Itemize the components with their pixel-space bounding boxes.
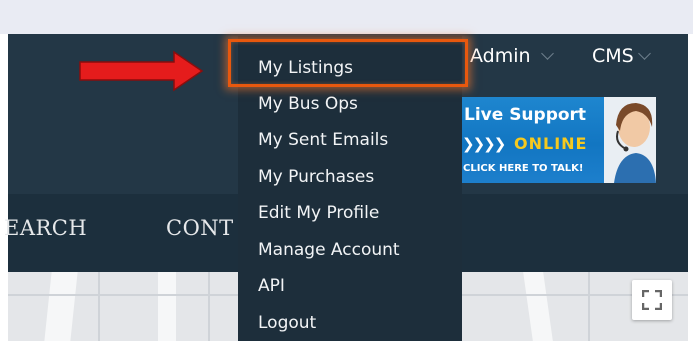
map-line — [208, 272, 210, 341]
map-road — [158, 272, 176, 341]
fullscreen-button[interactable] — [632, 280, 672, 320]
chevron-down-icon — [540, 46, 554, 60]
menu-item-edit-my-profile[interactable]: Edit My Profile — [258, 203, 379, 223]
map-road — [523, 272, 553, 341]
cms-label: CMS — [592, 45, 634, 67]
live-support-banner[interactable]: Live Support ❯❯❯❯ ONLINE CLICK HERE TO T… — [462, 97, 656, 183]
live-support-cta: CLICK HERE TO TALK! — [463, 163, 584, 174]
cms-menu-link[interactable]: CMS — [592, 45, 651, 67]
support-agent-icon — [604, 97, 656, 183]
highlight-annotation-box — [228, 39, 468, 87]
nav-item-contact[interactable]: CONT — [166, 216, 234, 240]
chevron-down-icon — [637, 46, 651, 60]
nav-item-search[interactable]: EARCH — [4, 216, 87, 240]
menu-item-my-purchases[interactable]: My Purchases — [258, 167, 374, 187]
live-support-status: ONLINE — [514, 134, 588, 153]
live-support-title: Live Support — [464, 105, 587, 125]
map-line — [98, 272, 100, 341]
fullscreen-icon — [642, 290, 662, 310]
menu-item-my-sent-emails[interactable]: My Sent Emails — [258, 130, 388, 150]
menu-item-api[interactable]: API — [258, 276, 285, 296]
annotation-arrow-icon — [79, 50, 204, 92]
menu-item-logout[interactable]: Logout — [258, 313, 316, 333]
admin-menu-link[interactable]: Admin — [470, 45, 554, 67]
admin-label: Admin — [470, 45, 531, 67]
map-line — [588, 272, 590, 341]
map-road — [44, 272, 78, 341]
live-support-arrows: ❯❯❯❯ — [462, 135, 506, 153]
top-strip — [0, 0, 693, 34]
menu-item-manage-account[interactable]: Manage Account — [258, 240, 400, 260]
menu-item-my-bus-ops[interactable]: My Bus Ops — [258, 94, 358, 114]
